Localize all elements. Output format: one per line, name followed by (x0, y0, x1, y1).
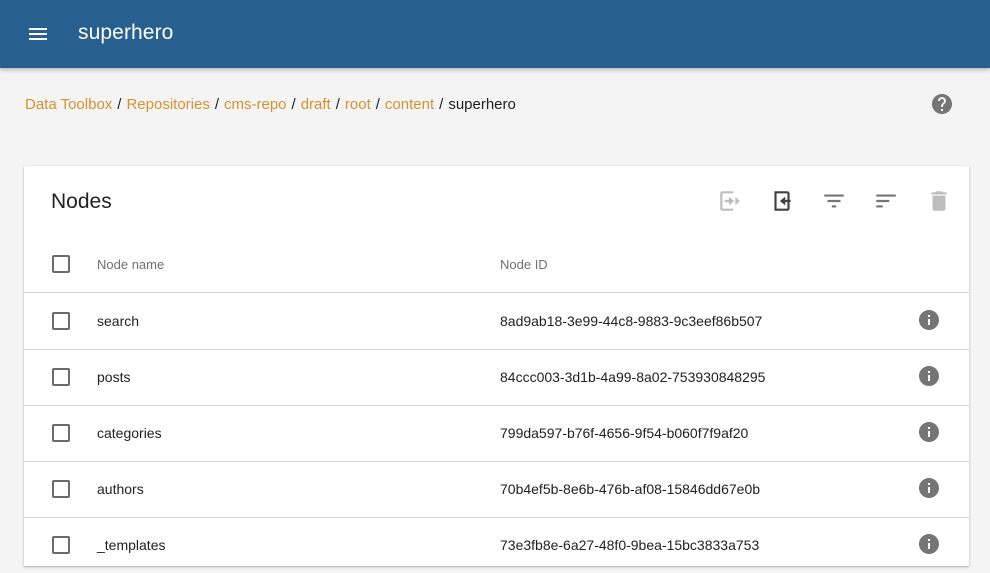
breadcrumb-separator: / (375, 96, 380, 113)
breadcrumb: Data Toolbox / Repositories / cms-repo / draft… (25, 96, 516, 114)
breadcrumb-link-data-toolbox[interactable]: Data Toolbox (25, 96, 112, 113)
node-name: authors (97, 481, 144, 497)
node-id: 799da597-b76f-4656-9f54-b060f7f9af20 (500, 425, 749, 441)
table-row[interactable]: authors 70b4ef5b-8e6b-476b-af08-15846dd6… (24, 461, 969, 518)
breadcrumb-separator: / (214, 96, 220, 113)
info-icon[interactable] (917, 308, 941, 332)
breadcrumb-link-draft[interactable]: draft (301, 96, 331, 113)
node-id: 84ccc003-3d1b-4a99-8a02-753930848295 (500, 369, 766, 385)
column-header-node-name[interactable]: Node name (97, 257, 164, 272)
breadcrumb-separator: / (291, 96, 296, 113)
row-checkbox[interactable] (52, 480, 70, 498)
column-header-node-id[interactable]: Node ID (500, 257, 548, 272)
filter-icon[interactable] (821, 188, 847, 214)
node-name: posts (97, 369, 131, 385)
app-title: superhero (78, 21, 174, 44)
row-checkbox[interactable] (52, 312, 70, 330)
table-row[interactable]: posts 84ccc003-3d1b-4a99-8a02-7539308482… (24, 349, 969, 406)
node-id: 73e3fb8e-6a27-48f0-9bea-15bc3833a753 (500, 537, 760, 553)
node-name: categories (97, 425, 162, 441)
breadcrumb-link-repositories[interactable]: Repositories (126, 96, 209, 113)
help-icon[interactable] (930, 92, 954, 116)
node-id: 70b4ef5b-8e6b-476b-af08-15846dd67e0b (500, 481, 761, 497)
app-bar: superhero (0, 0, 990, 68)
row-checkbox[interactable] (52, 424, 70, 442)
breadcrumb-bar: Data Toolbox / Repositories / cms-repo / draft… (0, 68, 990, 140)
export-icon[interactable] (769, 188, 795, 214)
table-row[interactable]: search 8ad9ab18-3e99-44c8-9883-9c3eef86b… (24, 293, 969, 350)
breadcrumb-current: superhero (448, 96, 516, 113)
info-icon[interactable] (917, 364, 941, 388)
breadcrumb-link-cms-repo[interactable]: cms-repo (224, 96, 287, 113)
node-name: _templates (97, 537, 166, 553)
breadcrumb-separator: / (439, 96, 444, 113)
menu-icon[interactable] (26, 22, 50, 46)
table-header: Node name Node ID (24, 236, 969, 293)
breadcrumb-link-root[interactable]: root (345, 96, 371, 113)
row-checkbox[interactable] (52, 368, 70, 386)
nodes-card: Nodes Node name Node ID search 8ad9ab18-… (24, 166, 969, 566)
breadcrumb-separator: / (335, 96, 340, 113)
delete-icon[interactable] (926, 188, 952, 214)
info-icon[interactable] (917, 532, 941, 556)
table-row[interactable]: categories 799da597-b76f-4656-9f54-b060f… (24, 405, 969, 462)
node-id: 8ad9ab18-3e99-44c8-9883-9c3eef86b507 (500, 313, 763, 329)
info-icon[interactable] (917, 420, 941, 444)
row-checkbox[interactable] (52, 536, 70, 554)
card-title: Nodes (51, 190, 112, 213)
breadcrumb-link-content[interactable]: content (385, 96, 434, 113)
sort-icon[interactable] (873, 188, 899, 214)
select-all-checkbox[interactable] (52, 255, 70, 273)
node-name: search (97, 313, 140, 329)
table-row[interactable]: _templates 73e3fb8e-6a27-48f0-9bea-15bc3… (24, 517, 969, 573)
import-icon[interactable] (717, 188, 743, 214)
info-icon[interactable] (917, 476, 941, 500)
breadcrumb-separator: / (117, 96, 122, 113)
